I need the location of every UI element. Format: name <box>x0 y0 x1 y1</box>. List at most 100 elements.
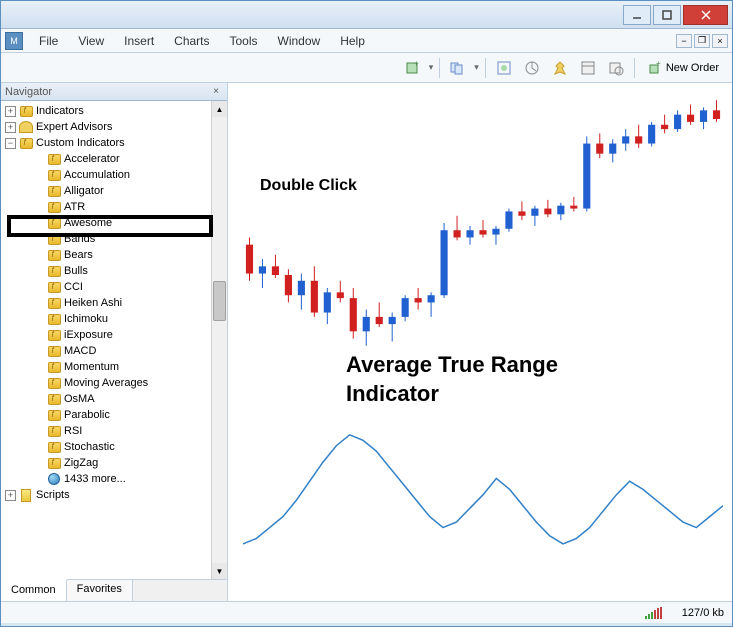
tree-item-scripts[interactable]: +Scripts <box>1 487 227 503</box>
atr-line-chart <box>243 413 723 563</box>
tree-item-label: Accumulation <box>64 169 130 181</box>
tree-item-parabolic[interactable]: Parabolic <box>1 407 227 423</box>
folder-icon <box>19 136 33 150</box>
folder-icon <box>47 200 61 214</box>
tree-item-label: OsMA <box>64 393 95 405</box>
tree-item-awesome[interactable]: Awesome <box>1 215 227 231</box>
tree-item-accelerator[interactable]: Accelerator <box>1 151 227 167</box>
tree-item-label: ZigZag <box>64 457 98 469</box>
terminal-button[interactable] <box>548 57 572 79</box>
tree-item-label: CCI <box>64 281 83 293</box>
tab-common[interactable]: Common <box>1 579 67 601</box>
folder-icon <box>47 408 61 422</box>
tree-item-stochastic[interactable]: Stochastic <box>1 439 227 455</box>
navigator-close-button[interactable]: × <box>209 85 223 99</box>
scroll-thumb[interactable] <box>213 281 226 321</box>
tree-item-moving-averages[interactable]: Moving Averages <box>1 375 227 391</box>
menu-view[interactable]: View <box>68 31 114 51</box>
new-chart-button[interactable]: + <box>401 57 425 79</box>
folder-icon <box>47 360 61 374</box>
tree-item-momentum[interactable]: Momentum <box>1 359 227 375</box>
tree-item-atr[interactable]: ATR <box>1 199 227 215</box>
tree-item-custom-indicators[interactable]: −Custom Indicators <box>1 135 227 151</box>
inner-minimize-button[interactable]: − <box>676 34 692 48</box>
tree-item-heiken-ashi[interactable]: Heiken Ashi <box>1 295 227 311</box>
tree-item-iexposure[interactable]: iExposure <box>1 327 227 343</box>
tree-item-ichimoku[interactable]: Ichimoku <box>1 311 227 327</box>
tree-item-label: RSI <box>64 425 82 437</box>
expert-icon <box>19 120 33 134</box>
tree-expander[interactable]: − <box>5 138 16 149</box>
folder-icon <box>47 376 61 390</box>
svg-text:+: + <box>414 60 419 68</box>
folder-icon <box>47 424 61 438</box>
data-window-button[interactable] <box>576 57 600 79</box>
folder-icon <box>47 168 61 182</box>
scroll-up-button[interactable]: ▲ <box>212 101 227 117</box>
tree-item-accumulation[interactable]: Accumulation <box>1 167 227 183</box>
script-icon <box>19 488 33 502</box>
tree-item-label: Heiken Ashi <box>64 297 122 309</box>
tree-item-label: Parabolic <box>64 409 110 421</box>
app-icon: M <box>5 32 23 50</box>
folder-icon <box>47 152 61 166</box>
tree-item-label: Accelerator <box>64 153 120 165</box>
close-window-button[interactable] <box>683 5 728 25</box>
menu-window[interactable]: Window <box>268 31 331 51</box>
profiles-button[interactable] <box>446 57 470 79</box>
menubar: M File View Insert Charts Tools Window H… <box>1 29 732 53</box>
tree-item-cci[interactable]: CCI <box>1 279 227 295</box>
inner-restore-button[interactable]: ❐ <box>694 34 710 48</box>
menu-charts[interactable]: Charts <box>164 31 219 51</box>
menu-help[interactable]: Help <box>330 31 375 51</box>
tree-scrollbar[interactable]: ▲ ▼ <box>211 101 227 579</box>
tree-item-label: 1433 more... <box>64 473 126 485</box>
statusbar: 127/0 kb <box>1 601 732 623</box>
folder-icon <box>47 280 61 294</box>
folder-icon <box>47 328 61 342</box>
navigator-title: Navigator <box>5 86 52 98</box>
tree-item-rsi[interactable]: RSI <box>1 423 227 439</box>
maximize-window-button[interactable] <box>653 5 681 25</box>
tree-item-bands[interactable]: Bands <box>1 231 227 247</box>
tree-item-label: Bears <box>64 249 93 261</box>
tree-item-more[interactable]: 1433 more... <box>1 471 227 487</box>
scroll-down-button[interactable]: ▼ <box>212 563 227 579</box>
menu-file[interactable]: File <box>29 31 68 51</box>
tree-expander[interactable]: + <box>5 122 16 133</box>
folder-icon <box>47 184 61 198</box>
globe-icon <box>47 472 61 486</box>
menu-tools[interactable]: Tools <box>220 31 268 51</box>
new-order-button[interactable]: + New Order <box>641 58 726 78</box>
chart-area[interactable]: Double Click Average True Range Indicato… <box>228 83 732 601</box>
navigator-button[interactable] <box>520 57 544 79</box>
tree-item-macd[interactable]: MACD <box>1 343 227 359</box>
folder-icon <box>47 248 61 262</box>
tree-item-osma[interactable]: OsMA <box>1 391 227 407</box>
market-watch-button[interactable] <box>492 57 516 79</box>
strategy-tester-button[interactable] <box>604 57 628 79</box>
tree-item-label: Awesome <box>64 217 112 229</box>
tree-item-expert-advisors[interactable]: +Expert Advisors <box>1 119 227 135</box>
menu-insert[interactable]: Insert <box>114 31 164 51</box>
tree-item-indicators[interactable]: +Indicators <box>1 103 227 119</box>
tree-item-zigzag[interactable]: ZigZag <box>1 455 227 471</box>
tree-item-alligator[interactable]: Alligator <box>1 183 227 199</box>
tree-expander[interactable]: + <box>5 106 16 117</box>
folder-icon <box>47 440 61 454</box>
tab-favorites[interactable]: Favorites <box>67 580 133 601</box>
candlestick-chart <box>243 93 723 353</box>
tree-item-bulls[interactable]: Bulls <box>1 263 227 279</box>
tree-expander[interactable]: + <box>5 490 16 501</box>
tree-item-label: Momentum <box>64 361 119 373</box>
tree-item-bears[interactable]: Bears <box>1 247 227 263</box>
tree-item-label: Stochastic <box>64 441 115 453</box>
connection-signal-icon <box>645 607 662 619</box>
inner-close-button[interactable]: × <box>712 34 728 48</box>
folder-icon <box>47 216 61 230</box>
folder-icon <box>19 104 33 118</box>
navigator-panel: Navigator × +Indicators+Expert Advisors−… <box>1 83 228 601</box>
traffic-status: 127/0 kb <box>682 607 724 619</box>
minimize-window-button[interactable] <box>623 5 651 25</box>
folder-icon <box>47 264 61 278</box>
